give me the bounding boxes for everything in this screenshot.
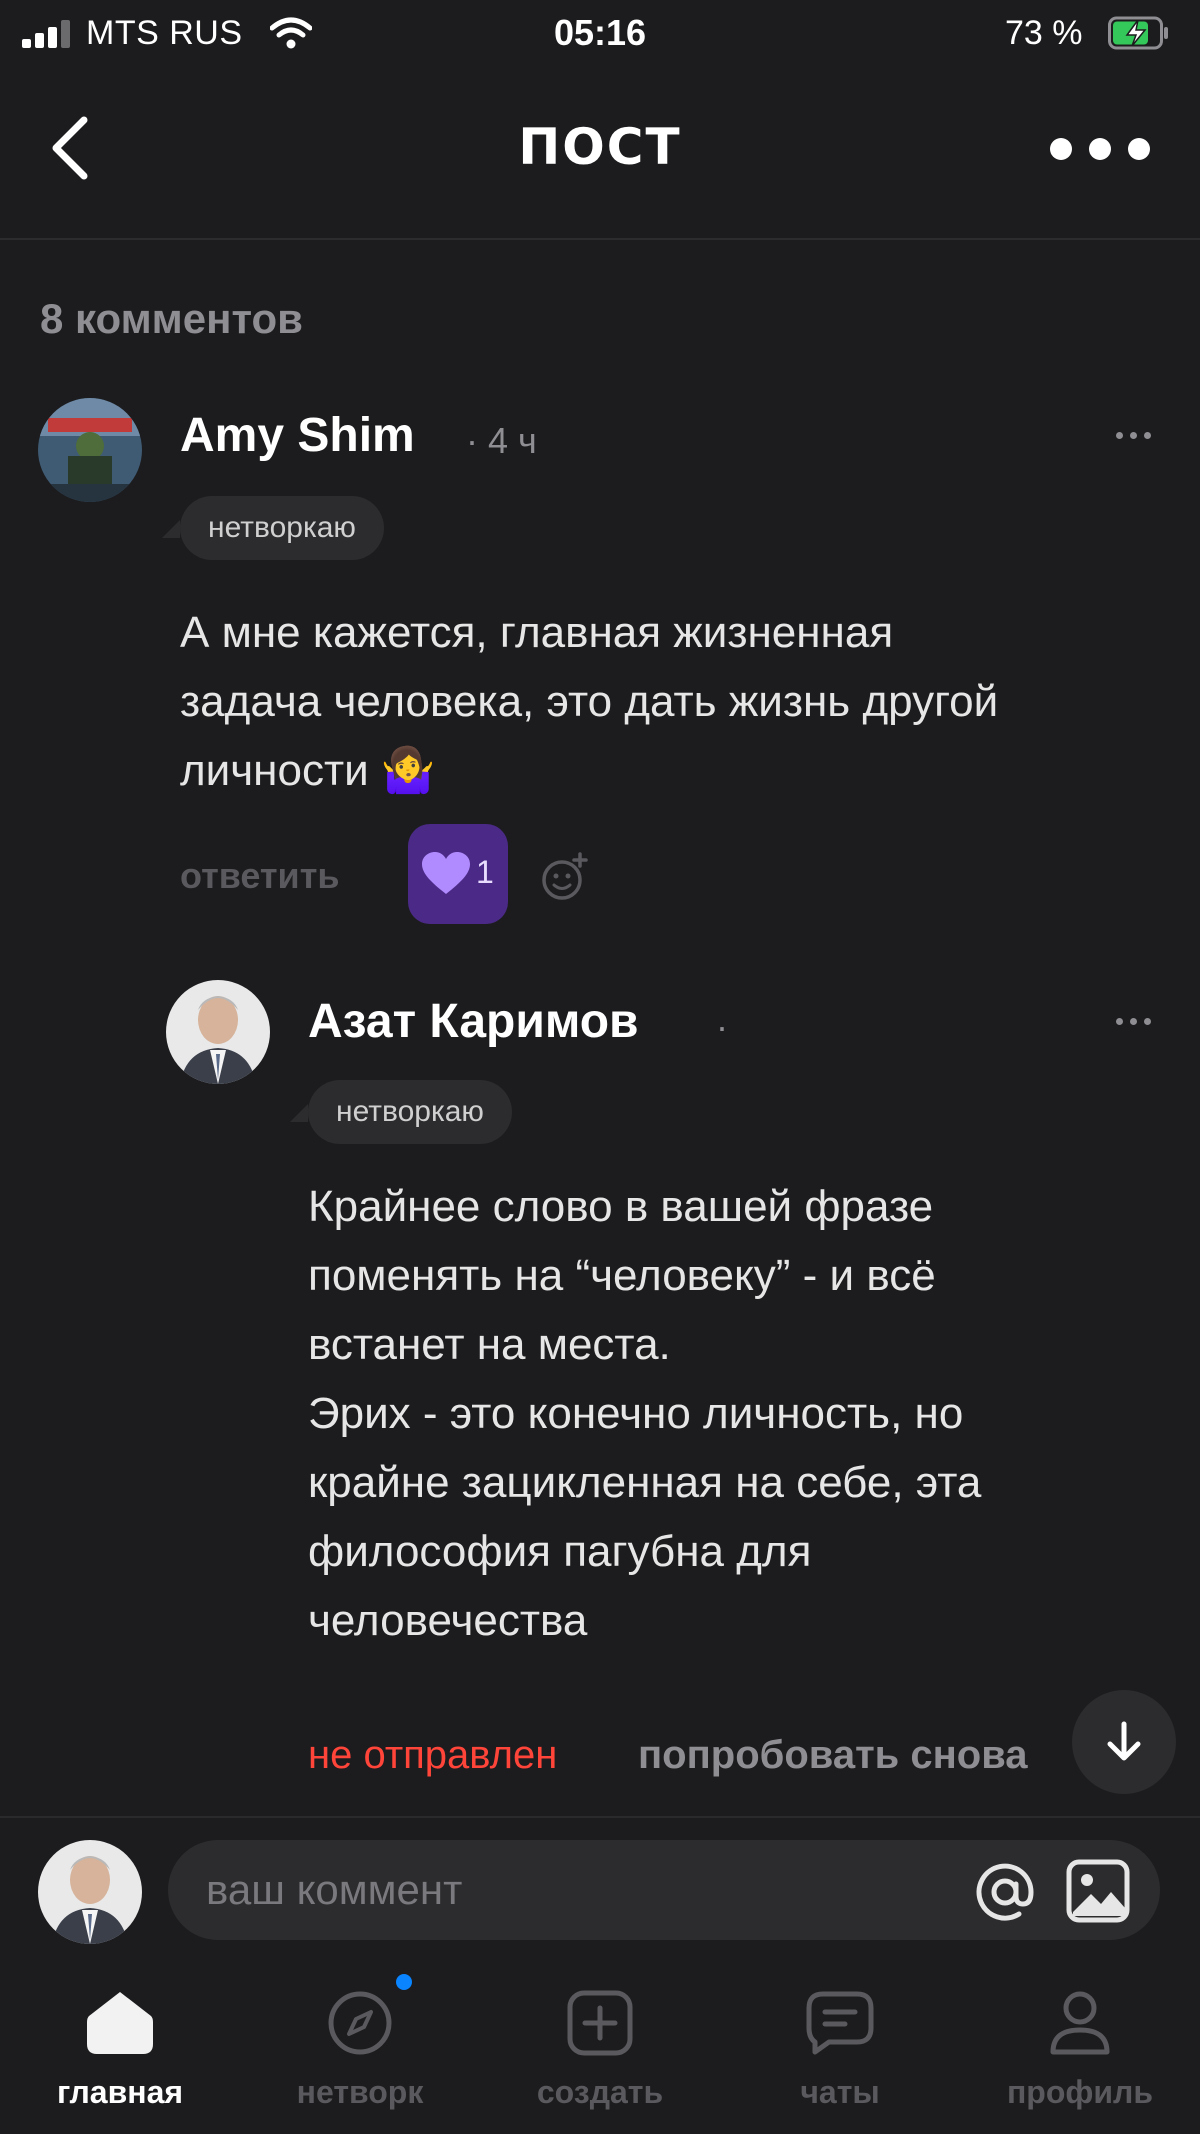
comment-more-icon[interactable] <box>1112 1008 1172 1038</box>
tab-label: создать <box>536 2074 664 2110</box>
composer-divider <box>0 1816 1200 1818</box>
tab-home[interactable]: главная <box>20 1990 220 2130</box>
like-reaction-button[interactable]: 1 <box>408 824 508 924</box>
battery-charging-icon <box>1108 16 1168 50</box>
comment-input-placeholder: ваш коммент <box>206 1866 463 1913</box>
arrow-down-icon <box>1107 1721 1141 1761</box>
add-reaction-icon[interactable] <box>540 852 590 902</box>
mention-icon[interactable] <box>975 1862 1035 1922</box>
tab-profile[interactable]: профиль <box>980 1990 1180 2130</box>
current-user-avatar[interactable] <box>38 1840 142 1944</box>
tag-tail <box>290 1104 308 1122</box>
tab-chats[interactable]: чаты <box>740 1990 940 2130</box>
like-count: 1 <box>476 854 494 890</box>
retry-button[interactable]: попробовать снова <box>638 1733 1028 1778</box>
page-title: ПОСТ <box>518 118 682 176</box>
tab-label: профиль <box>1006 2074 1154 2110</box>
reply-button[interactable]: ответить <box>180 855 339 897</box>
compass-icon <box>328 1991 392 2055</box>
avatar[interactable] <box>166 980 270 1084</box>
tab-label: главная <box>56 2074 184 2110</box>
battery-percent: 73 % <box>1005 14 1083 52</box>
comment-more-icon[interactable] <box>1112 422 1172 452</box>
notification-dot <box>396 1974 412 1990</box>
more-options-icon[interactable] <box>1040 128 1160 168</box>
comment-text: А мне кажется, главная жизненная задача … <box>180 608 999 795</box>
comment-author[interactable]: Азат Каримов <box>308 994 639 1049</box>
send-failed-status: не отправлен <box>308 1733 558 1777</box>
tab-network[interactable]: нетворк <box>260 1990 460 2130</box>
scroll-down-button[interactable] <box>1072 1690 1176 1794</box>
tab-create[interactable]: создать <box>500 1990 700 2130</box>
plus-square-icon <box>567 1990 633 2056</box>
comment-time: · 4 ч <box>466 420 537 461</box>
comment-text: Крайнее слово в вашей фразе поменять на … <box>308 1182 982 1645</box>
purple-heart-icon <box>422 852 470 894</box>
tab-label: чаты <box>800 2074 880 2110</box>
image-attach-icon[interactable] <box>1065 1858 1131 1924</box>
tab-label: нетворк <box>296 2074 424 2110</box>
comment-time: · <box>716 1006 728 1047</box>
comments-count: 8 комментов <box>40 295 303 342</box>
person-icon <box>1050 1991 1110 2055</box>
status-tag: нетворкаю <box>180 496 384 560</box>
header-divider <box>0 238 1200 240</box>
avatar[interactable] <box>38 398 142 502</box>
chat-icon <box>806 1991 874 2055</box>
home-icon <box>87 1992 153 2054</box>
status-tag: нетворкаю <box>308 1080 512 1144</box>
tag-tail <box>162 520 180 538</box>
comment-author[interactable]: Amy Shim <box>180 408 415 463</box>
